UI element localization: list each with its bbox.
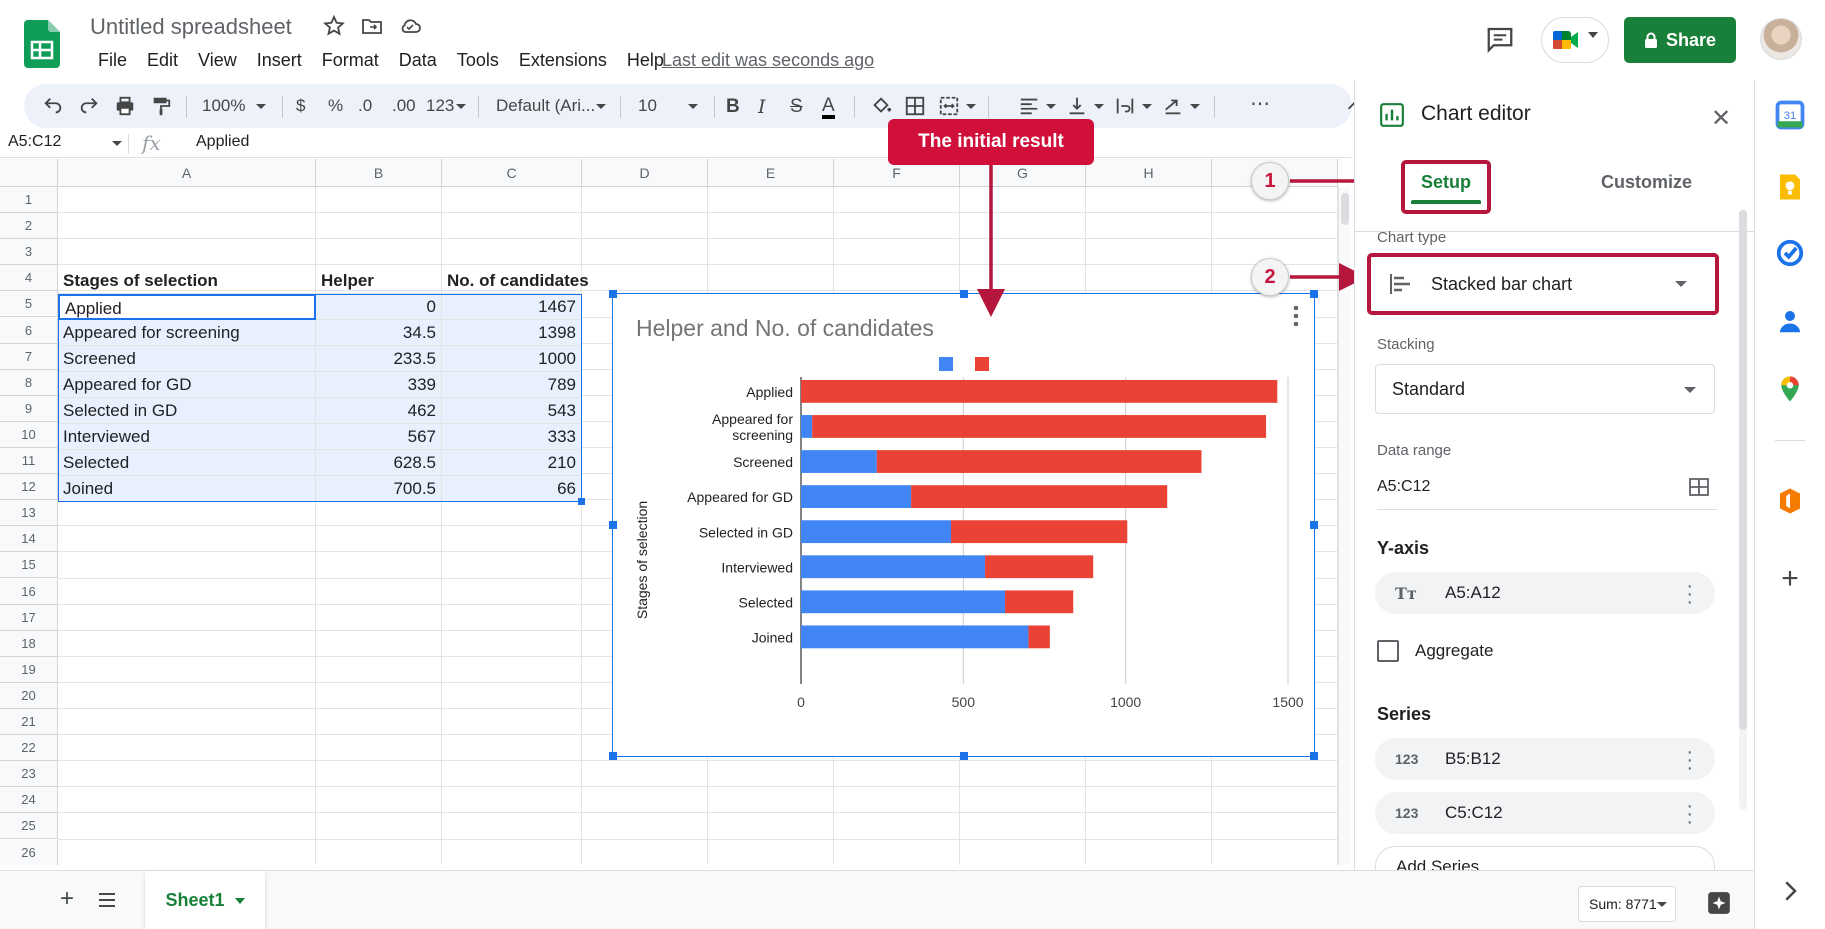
- sheet-bar: + Sheet1: [0, 870, 1754, 929]
- all-sheets-icon[interactable]: [98, 892, 116, 908]
- chart-editor-title: Chart editor: [1421, 102, 1531, 125]
- stacking-value: Standard: [1392, 378, 1466, 399]
- active-tab-indicator: [1411, 200, 1481, 204]
- chart-editor-panel: Chart editor ✕ Setup Customize Chart typ…: [1354, 80, 1755, 886]
- sum-value: Sum: 8771: [1589, 896, 1657, 912]
- number-type-icon: 123: [1395, 751, 1419, 767]
- tab-setup[interactable]: Setup: [1421, 172, 1471, 193]
- data-range-label: Data range: [1377, 442, 1452, 459]
- kebab-menu-icon[interactable]: · · ·: [1686, 742, 1693, 778]
- sum-chevron-icon: [1657, 902, 1667, 907]
- sheet-tab-sheet1[interactable]: Sheet1: [145, 871, 265, 929]
- y-axis-range-value: A5:A12: [1445, 583, 1501, 602]
- step-marker-2: 2: [1251, 258, 1289, 296]
- explore-icon[interactable]: [1706, 890, 1732, 916]
- y-axis-heading: Y-axis: [1377, 538, 1430, 558]
- number-type-icon: 123: [1395, 805, 1419, 821]
- contacts-icon[interactable]: [1775, 306, 1805, 336]
- chart-type-caption: Chart type: [1377, 229, 1447, 246]
- series-2-range: C5:C12: [1445, 803, 1503, 822]
- chevron-down-icon: [1684, 387, 1696, 393]
- y-axis-range-pill[interactable]: Tт A5:A12 · · ·: [1375, 572, 1715, 614]
- chart-editor-icon: [1380, 103, 1404, 127]
- sum-display[interactable]: Sum: 8771: [1578, 886, 1676, 922]
- text-type-icon: Tт: [1395, 583, 1417, 603]
- chart-type-value: Stacked bar chart: [1431, 273, 1573, 294]
- stacked-bar-chart-icon: [1390, 274, 1410, 294]
- editor-scrollbar[interactable]: [1739, 210, 1747, 810]
- tab-customize[interactable]: Customize: [1601, 172, 1692, 193]
- keep-icon[interactable]: [1775, 172, 1805, 202]
- sheet-tab-chevron-icon: [234, 897, 245, 904]
- side-panel-rail: 31 +: [1754, 80, 1825, 929]
- add-addon-icon[interactable]: +: [1775, 562, 1805, 595]
- chevron-down-icon: [1675, 281, 1687, 287]
- step-marker-1: 1: [1251, 162, 1289, 200]
- aggregate-label: Aggregate: [1415, 641, 1494, 660]
- close-icon[interactable]: ✕: [1711, 104, 1731, 133]
- series-pill-1[interactable]: 123 B5:B12 · · ·: [1375, 738, 1715, 780]
- kebab-menu-icon[interactable]: · · ·: [1686, 796, 1693, 832]
- chart-type-dropdown[interactable]: Stacked bar chart: [1373, 259, 1713, 309]
- select-range-grid-icon[interactable]: [1689, 478, 1709, 496]
- series-pill-2[interactable]: 123 C5:C12 · · ·: [1375, 792, 1715, 834]
- data-range-value: A5:C12: [1377, 478, 1431, 495]
- calendar-icon[interactable]: 31: [1775, 100, 1805, 130]
- editor-scroll-thumb[interactable]: [1739, 210, 1747, 730]
- chevron-right-icon[interactable]: [1775, 876, 1805, 906]
- stacking-dropdown[interactable]: Standard: [1375, 364, 1715, 414]
- sheet-tab-label: Sheet1: [165, 890, 225, 910]
- tasks-icon[interactable]: [1775, 238, 1805, 268]
- series-1-range: B5:B12: [1445, 749, 1501, 768]
- office-addon-icon[interactable]: [1775, 486, 1805, 516]
- rail-divider: [1775, 440, 1805, 441]
- stacking-label: Stacking: [1377, 336, 1435, 353]
- kebab-menu-icon[interactable]: · · ·: [1686, 576, 1693, 612]
- maps-icon[interactable]: [1775, 374, 1805, 404]
- data-range-input[interactable]: A5:C12: [1377, 478, 1717, 510]
- series-heading: Series: [1377, 704, 1432, 724]
- svg-text:31: 31: [1784, 110, 1797, 122]
- aggregate-checkbox[interactable]: [1377, 640, 1399, 662]
- add-sheet-icon[interactable]: +: [60, 885, 74, 913]
